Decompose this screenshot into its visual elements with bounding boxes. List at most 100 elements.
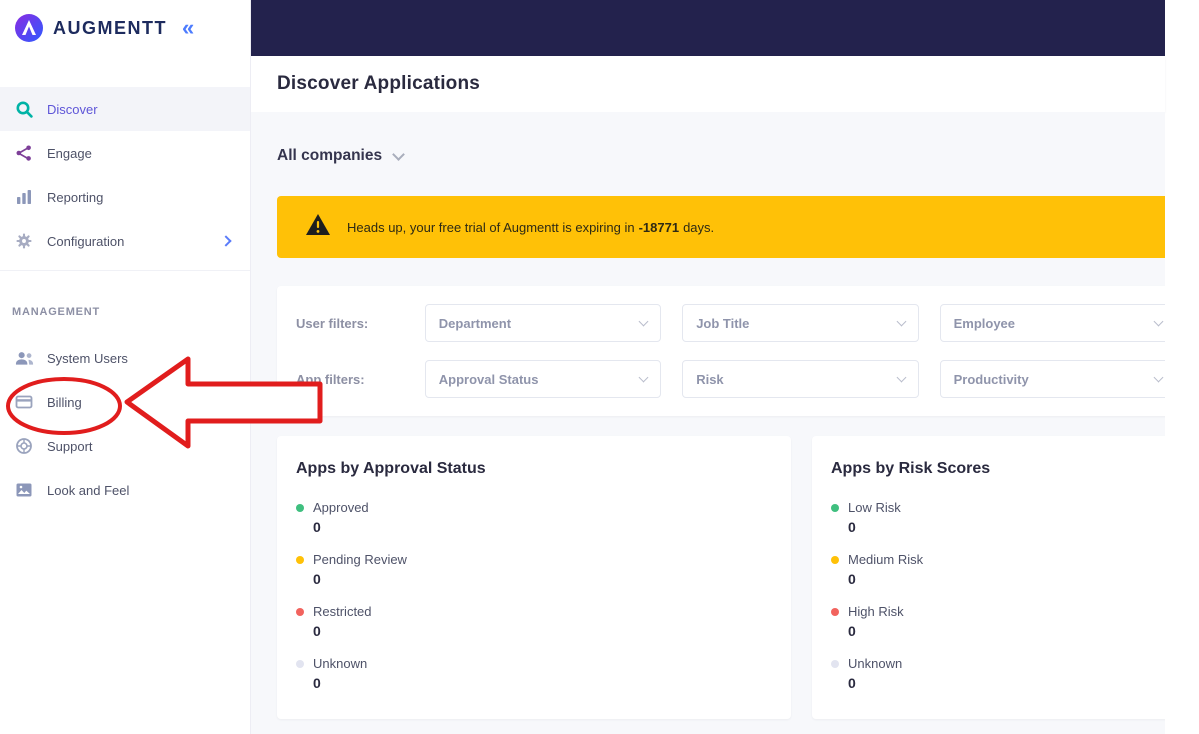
legend-value: 0 <box>313 571 321 587</box>
legend-item-unknown: Unknown 0 <box>296 656 791 691</box>
chevron-down-icon <box>1153 316 1164 327</box>
user-filters-label: User filters: <box>296 315 369 331</box>
approval-status-card: Apps by Approval Status Approved 0 Pendi… <box>277 436 791 719</box>
sidebar-item-discover[interactable]: Discover <box>0 87 250 131</box>
legend-item-high-risk: High Risk 0 <box>831 604 1165 639</box>
legend-label: Approved <box>313 500 369 515</box>
page-header: Discover Applications <box>251 56 1165 112</box>
gear-icon <box>14 232 34 250</box>
legend-value: 0 <box>313 675 321 691</box>
status-dot <box>831 607 839 616</box>
risk-dropdown[interactable]: Risk <box>682 360 919 398</box>
legend-item-restricted: Restricted 0 <box>296 604 791 639</box>
legend-item-low-risk: Low Risk 0 <box>831 500 1165 535</box>
department-dropdown[interactable]: Department <box>424 304 662 342</box>
sidebar-item-configuration[interactable]: Configuration <box>0 219 250 263</box>
sidebar-item-label: Engage <box>47 145 92 161</box>
productivity-dropdown[interactable]: Productivity <box>939 360 1165 398</box>
dropdown-value: Productivity <box>953 371 1029 387</box>
legend-value: 0 <box>848 519 856 535</box>
sidebar-item-reporting[interactable]: Reporting <box>0 175 250 219</box>
chevron-down-icon <box>896 316 907 327</box>
app-filters-row: App filters: Approval Status Risk Produc… <box>296 360 1165 398</box>
sidebar-item-label: System Users <box>47 350 128 366</box>
legend-item-medium-risk: Medium Risk 0 <box>831 552 1165 587</box>
legend-value: 0 <box>848 675 856 691</box>
user-filters-row: User filters: Department Job Title Emplo… <box>296 304 1165 342</box>
legend-label: Unknown <box>313 656 368 671</box>
top-navigation-bar <box>251 0 1165 56</box>
network-icon <box>14 144 34 162</box>
legend-item-approved: Approved 0 <box>296 500 791 535</box>
sidebar-item-system-users[interactable]: System Users <box>0 336 250 380</box>
chart-icon <box>14 188 34 206</box>
users-icon <box>14 349 34 367</box>
legend-label: Pending Review <box>313 552 407 567</box>
risk-scores-card: Apps by Risk Scores Low Risk 0 Medium Ri… <box>812 436 1165 719</box>
brand-header: AUGMENTT « <box>0 0 250 56</box>
status-dot <box>831 503 839 512</box>
status-dot <box>296 659 304 668</box>
divider <box>0 270 250 271</box>
trial-warning-text: Heads up, your free trial of Augmentt is… <box>347 219 715 235</box>
legend-value: 0 <box>313 519 321 535</box>
approval-legend: Approved 0 Pending Review 0 Restricted 0… <box>296 500 791 691</box>
filters-panel: User filters: Department Job Title Emplo… <box>277 286 1165 416</box>
dropdown-value: Employee <box>953 315 1016 331</box>
management-nav: System Users Billing Support Look and Fe… <box>0 336 250 512</box>
sidebar-item-support[interactable]: Support <box>0 424 250 468</box>
sidebar-item-label: Reporting <box>47 189 104 205</box>
chevron-down-icon <box>638 372 649 383</box>
sidebar: AUGMENTT « Discover Engage Reporting Con… <box>0 0 251 734</box>
chevron-down-icon <box>392 148 405 161</box>
status-dot <box>296 607 304 616</box>
stats-cards-row: Apps by Approval Status Approved 0 Pendi… <box>277 436 1165 719</box>
legend-label: Medium Risk <box>848 552 924 567</box>
main-content: All companies Heads up, your free trial … <box>251 112 1165 734</box>
brand-name: AUGMENTT <box>53 17 167 38</box>
page-title: Discover Applications <box>277 73 481 94</box>
legend-value: 0 <box>313 623 321 639</box>
sidebar-item-billing[interactable]: Billing <box>0 380 250 424</box>
lifebuoy-icon <box>14 437 34 455</box>
status-dot <box>296 555 304 564</box>
status-dot <box>831 659 839 668</box>
dropdown-value: Risk <box>696 371 724 387</box>
legend-label: Low Risk <box>848 500 901 515</box>
app-filters-label: App filters: <box>296 371 365 387</box>
risk-legend: Low Risk 0 Medium Risk 0 High Risk 0 Unk… <box>831 500 1165 691</box>
card-title: Apps by Risk Scores <box>831 460 991 477</box>
status-dot <box>831 555 839 564</box>
legend-label: High Risk <box>848 604 904 619</box>
dropdown-value: Department <box>438 315 512 331</box>
legend-label: Unknown <box>848 656 903 671</box>
legend-label: Restricted <box>313 604 372 619</box>
sidebar-item-label: Support <box>47 438 93 454</box>
company-filter-dropdown[interactable]: All companies <box>277 146 457 166</box>
trial-warning-banner: Heads up, your free trial of Augmentt is… <box>277 196 1165 258</box>
approval-status-dropdown[interactable]: Approval Status <box>424 360 662 398</box>
sidebar-item-label: Configuration <box>47 233 125 249</box>
management-section-label: MANAGEMENT <box>12 306 101 318</box>
job-title-dropdown[interactable]: Job Title <box>682 304 919 342</box>
company-filter-label: All companies <box>277 147 383 164</box>
trial-days-remaining: -18771 <box>638 219 680 235</box>
legend-value: 0 <box>848 623 856 639</box>
search-icon <box>14 100 34 118</box>
chevron-down-icon <box>1153 372 1164 383</box>
sidebar-item-label: Discover <box>47 101 98 117</box>
legend-value: 0 <box>848 571 856 587</box>
sidebar-item-engage[interactable]: Engage <box>0 131 250 175</box>
image-icon <box>14 481 34 499</box>
primary-nav: Discover Engage Reporting Configuration <box>0 87 250 263</box>
chevron-down-icon <box>896 372 907 383</box>
collapse-sidebar-icon[interactable]: « <box>182 17 194 39</box>
sidebar-item-label: Billing <box>47 394 82 410</box>
chevron-down-icon <box>638 316 649 327</box>
sidebar-item-label: Look and Feel <box>47 482 130 498</box>
employee-dropdown[interactable]: Employee <box>939 304 1165 342</box>
sidebar-item-look-and-feel[interactable]: Look and Feel <box>0 468 250 512</box>
dropdown-value: Approval Status <box>438 371 539 387</box>
status-dot <box>296 503 304 512</box>
card-title: Apps by Approval Status <box>296 460 486 477</box>
